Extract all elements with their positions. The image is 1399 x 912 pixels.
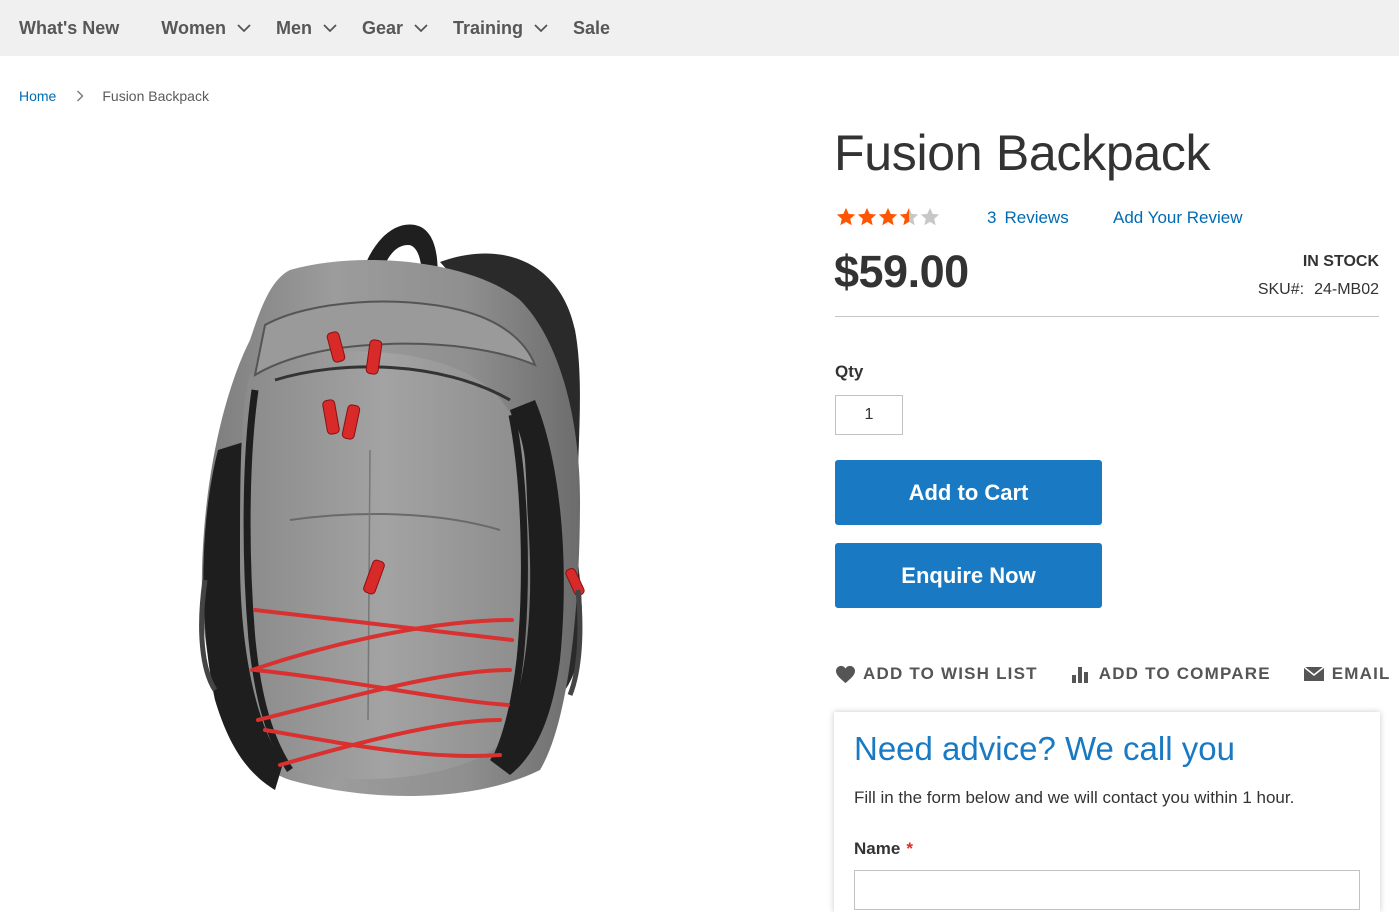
nav-item-men[interactable]: Men — [276, 18, 338, 39]
qty-input[interactable] — [835, 395, 903, 435]
required-mark: * — [906, 839, 913, 858]
breadcrumb: Home Fusion Backpack — [19, 88, 209, 104]
reviews-link[interactable]: 3 Reviews — [987, 208, 1069, 228]
star-full-icon — [857, 207, 877, 226]
nav-item-label: Gear — [361, 17, 403, 38]
product-actions: ADD TO WISH LIST ADD TO COMPARE EMAIL — [835, 664, 1391, 684]
breadcrumb-home-link[interactable]: Home — [19, 88, 56, 104]
star-full-icon — [836, 207, 856, 226]
bar-chart-icon — [1071, 667, 1088, 683]
wishlist-label: ADD TO WISH LIST — [863, 664, 1038, 683]
email-label: EMAIL — [1331, 664, 1391, 683]
nav-item-whats-new[interactable]: What's New — [19, 18, 119, 39]
chevron-down-icon — [414, 24, 428, 33]
product-price: $59.00 — [834, 246, 969, 297]
nav-item-label: Women — [161, 17, 226, 38]
sku-value: 24-MB02 — [1314, 281, 1379, 298]
chevron-down-icon — [534, 24, 548, 33]
heart-icon — [836, 665, 855, 683]
chevron-right-icon — [77, 90, 84, 102]
sku-label: SKU#: — [1257, 281, 1305, 298]
nav-item-sale[interactable]: Sale — [573, 18, 610, 39]
reviews-count: 3 — [987, 208, 997, 227]
add-to-cart-button[interactable]: Add to Cart — [835, 460, 1102, 525]
name-input[interactable] — [854, 870, 1360, 910]
rating-stars — [835, 206, 940, 228]
product-sku: SKU#: 24-MB02 — [1258, 281, 1379, 299]
nav-item-gear[interactable]: Gear — [362, 18, 429, 39]
nav-item-training[interactable]: Training — [453, 18, 549, 39]
chevron-down-icon — [323, 24, 337, 33]
star-empty-icon — [920, 207, 940, 226]
name-label-text: Name — [854, 839, 901, 858]
compare-label: ADD TO COMPARE — [1098, 664, 1271, 683]
nav-item-label: Sale — [573, 17, 611, 38]
envelope-icon — [1303, 666, 1325, 681]
nav-item-label: What's New — [19, 17, 120, 38]
nav-item-label: Men — [275, 17, 312, 38]
top-navigation: What's New Women Men Gear Training Sale — [0, 0, 1399, 56]
reviews-label: Reviews — [1004, 208, 1069, 227]
stock-status: IN STOCK — [1302, 253, 1379, 270]
star-full-icon — [878, 207, 898, 226]
product-image[interactable] — [140, 200, 660, 840]
backpack-image — [199, 224, 585, 797]
qty-label: Qty — [835, 362, 864, 381]
name-label: Name * — [854, 839, 913, 859]
breadcrumb-current: Fusion Backpack — [102, 88, 209, 104]
product-rating — [835, 206, 940, 228]
email-link[interactable]: EMAIL — [1303, 664, 1391, 684]
nav-item-women[interactable]: Women — [161, 18, 252, 39]
advice-title: Need advice? We call you — [854, 730, 1235, 767]
star-half-icon — [899, 207, 919, 226]
advice-panel: Need advice? We call you Fill in the for… — [834, 712, 1380, 912]
product-title: Fusion Backpack — [834, 125, 1211, 181]
enquire-now-button[interactable]: Enquire Now — [835, 543, 1102, 608]
chevron-down-icon — [237, 24, 251, 33]
add-to-wishlist-link[interactable]: ADD TO WISH LIST — [835, 664, 1038, 684]
add-review-link[interactable]: Add Your Review — [1113, 208, 1242, 228]
divider — [835, 316, 1379, 317]
advice-text: Fill in the form below and we will conta… — [854, 788, 1295, 807]
add-to-compare-link[interactable]: ADD TO COMPARE — [1070, 664, 1271, 684]
nav-item-label: Training — [453, 17, 524, 38]
